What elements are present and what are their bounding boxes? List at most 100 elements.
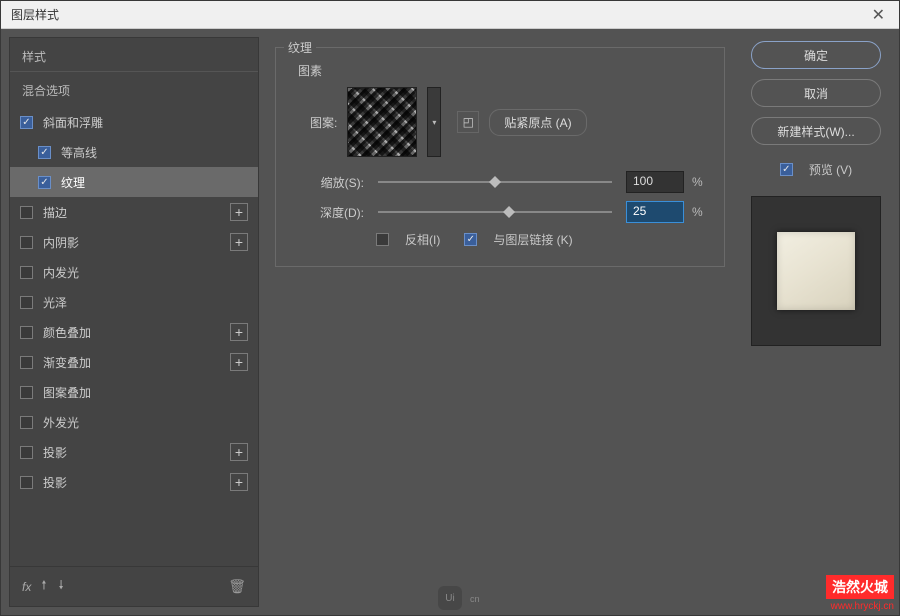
sidebar-header-styles[interactable]: 样式 [10,38,258,72]
link-label: 与图层链接 (K) [493,231,572,248]
fx-label[interactable]: fx [22,580,31,594]
preview-label: 预览 (V) [809,161,852,178]
sidebar-item-3[interactable]: 描边+ [10,197,258,227]
add-effect-icon[interactable]: + [230,323,248,341]
invert-checkbox[interactable] [376,233,389,246]
add-effect-icon[interactable]: + [230,203,248,221]
link-option[interactable]: 与图层链接 (K) [464,231,572,248]
effect-label: 投影 [43,444,230,461]
options-row: 反相(I) 与图层链接 (K) [290,231,710,248]
trash-icon[interactable]: 🗑 [228,578,246,595]
snap-origin-button[interactable]: 贴紧原点 (A) [489,109,586,136]
effect-label: 内发光 [43,264,248,281]
invert-label: 反相(I) [405,231,440,248]
effect-label: 图案叠加 [43,384,248,401]
effect-checkbox[interactable] [20,296,33,309]
sidebar-item-0[interactable]: 斜面和浮雕 [10,107,258,137]
effect-label: 等高线 [61,144,248,161]
effect-checkbox[interactable] [20,236,33,249]
dialog-body: 样式 混合选项 斜面和浮雕等高线纹理描边+内阴影+内发光光泽颜色叠加+渐变叠加+… [1,29,899,615]
scale-slider[interactable] [378,181,612,183]
new-style-button[interactable]: 新建样式(W)... [751,117,881,145]
sidebar-header-blend[interactable]: 混合选项 [10,72,258,107]
sidebar-footer: fx 🠕 🠗 🗑 [10,566,258,606]
sidebar-item-4[interactable]: 内阴影+ [10,227,258,257]
sidebar-item-1[interactable]: 等高线 [10,137,258,167]
effect-label: 内阴影 [43,234,230,251]
preview-checkbox[interactable] [780,163,793,176]
arrow-up-icon[interactable]: 🠕 [39,576,48,597]
sidebar-item-9[interactable]: 图案叠加 [10,377,258,407]
titlebar: 图层样式 ✕ [1,1,899,29]
effect-checkbox[interactable] [20,266,33,279]
preview-pane [751,196,881,346]
sidebar-item-6[interactable]: 光泽 [10,287,258,317]
center-panel: 纹理 图素 图案: ▾ ◰ 贴紧原点 (A) 缩放(S): 100 % [267,37,733,607]
effect-checkbox[interactable] [20,116,33,129]
scale-input[interactable]: 100 [626,171,684,193]
ui-logo: Ui [438,586,462,610]
effect-checkbox[interactable] [20,206,33,219]
sidebar-item-11[interactable]: 投影+ [10,437,258,467]
sidebar-item-8[interactable]: 渐变叠加+ [10,347,258,377]
pattern-dropdown-icon[interactable]: ▾ [427,87,441,157]
effect-label: 光泽 [43,294,248,311]
add-effect-icon[interactable]: + [230,443,248,461]
depth-slider[interactable] [378,211,612,213]
arrow-down-icon[interactable]: 🠗 [57,576,66,597]
depth-unit: % [692,205,710,219]
scale-thumb[interactable] [489,176,501,188]
ui-logo-cn: cn [470,594,480,604]
pattern-label: 图案: [310,114,337,131]
add-effect-icon[interactable]: + [230,353,248,371]
effect-checkbox[interactable] [20,416,33,429]
effect-checkbox[interactable] [20,356,33,369]
effect-label: 外发光 [43,414,248,431]
effect-checkbox[interactable] [38,176,51,189]
watermark: 浩然火城 www.hryckj.cn [826,575,894,612]
effect-checkbox[interactable] [20,446,33,459]
sidebar-item-12[interactable]: 投影+ [10,467,258,497]
close-icon[interactable]: ✕ [868,5,889,25]
depth-row: 深度(D): 25 % [290,201,710,223]
pattern-row: 图案: ▾ ◰ 贴紧原点 (A) [290,87,710,157]
depth-thumb[interactable] [503,206,515,218]
sidebar: 样式 混合选项 斜面和浮雕等高线纹理描边+内阴影+内发光光泽颜色叠加+渐变叠加+… [9,37,259,607]
cancel-button[interactable]: 取消 [751,79,881,107]
preview-tile [777,232,855,310]
effect-checkbox[interactable] [20,476,33,489]
watermark-url: www.hryckj.cn [831,601,894,612]
scale-unit: % [692,175,710,189]
effect-checkbox[interactable] [20,326,33,339]
scale-label: 缩放(S): [300,174,364,191]
preview-option[interactable]: 预览 (V) [780,161,852,178]
sidebar-list: 斜面和浮雕等高线纹理描边+内阴影+内发光光泽颜色叠加+渐变叠加+图案叠加外发光投… [10,107,258,566]
effect-label: 描边 [43,204,230,221]
depth-label: 深度(D): [300,204,364,221]
add-effect-icon[interactable]: + [230,473,248,491]
effect-checkbox[interactable] [20,386,33,399]
ok-button[interactable]: 确定 [751,41,881,69]
scale-row: 缩放(S): 100 % [290,171,710,193]
texture-group: 纹理 图素 图案: ▾ ◰ 贴紧原点 (A) 缩放(S): 100 % [275,47,725,267]
effect-label: 渐变叠加 [43,354,230,371]
depth-input[interactable]: 25 [626,201,684,223]
effect-label: 投影 [43,474,230,491]
pattern-swatch[interactable] [347,87,417,157]
sidebar-item-10[interactable]: 外发光 [10,407,258,437]
effect-label: 颜色叠加 [43,324,230,341]
right-panel: 确定 取消 新建样式(W)... 预览 (V) [741,37,891,607]
window-title: 图层样式 [11,6,868,23]
effect-label: 纹理 [61,174,248,191]
effect-checkbox[interactable] [38,146,51,159]
sidebar-item-5[interactable]: 内发光 [10,257,258,287]
invert-option[interactable]: 反相(I) [376,231,440,248]
sidebar-item-7[interactable]: 颜色叠加+ [10,317,258,347]
pattern-subtitle: 图素 [298,62,710,79]
link-checkbox[interactable] [464,233,477,246]
add-effect-icon[interactable]: + [230,233,248,251]
texture-group-title: 纹理 [284,39,316,56]
new-preset-icon[interactable]: ◰ [457,111,479,133]
effect-label: 斜面和浮雕 [43,114,248,131]
sidebar-item-2[interactable]: 纹理 [10,167,258,197]
